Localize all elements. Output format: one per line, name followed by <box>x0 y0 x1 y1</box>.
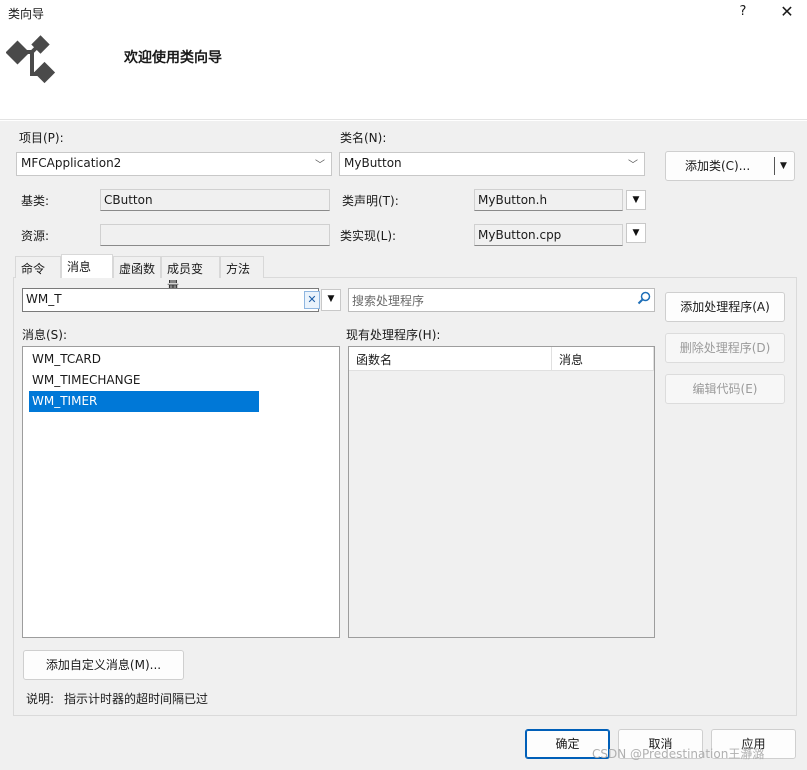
resource-label: 资源: <box>21 229 50 243</box>
classname-combo[interactable]: MyButton ﹀ <box>339 152 645 176</box>
title-bar: 类向导 ? ✕ <box>0 0 807 26</box>
delete-handler-button[interactable]: 删除处理程序(D) <box>665 333 785 363</box>
decl-dropdown-button[interactable]: ▼ <box>626 190 646 210</box>
decl-field: MyButton.h <box>474 189 623 211</box>
project-combo[interactable]: MFCApplication2 ﹀ <box>16 152 332 176</box>
close-button[interactable]: ✕ <box>772 1 802 25</box>
filter-dropdown-button[interactable]: ▼ <box>321 289 341 311</box>
search-placeholder: 搜索处理程序 <box>352 294 425 308</box>
tab-methods[interactable]: 方法 <box>220 256 264 278</box>
watermark-text: CSDN @Predestination王瀞潞 <box>592 747 765 761</box>
column-header-message[interactable]: 消息 <box>552 347 654 371</box>
impl-field: MyButton.cpp <box>474 224 623 246</box>
impl-dropdown-button[interactable]: ▼ <box>626 223 646 243</box>
class-wizard-icon <box>5 34 62 88</box>
add-custom-message-button[interactable]: 添加自定义消息(M)... <box>23 650 184 680</box>
base-value: CButton <box>104 193 153 207</box>
messages-label: 消息(S): <box>22 328 68 342</box>
description-text: 指示计时器的超时间隔已过 <box>64 692 209 706</box>
tab-commands[interactable]: 命令 <box>15 256 61 278</box>
help-button[interactable]: ? <box>730 1 756 25</box>
base-label: 基类: <box>21 194 50 208</box>
search-icon[interactable] <box>636 290 652 306</box>
column-header-function[interactable]: 函数名 <box>349 347 552 371</box>
list-item[interactable]: WM_TIMECHANGE <box>29 370 259 391</box>
project-label: 项目(P): <box>19 131 64 145</box>
tab-label: 消息 <box>67 260 92 274</box>
tab-label: 命令 <box>21 262 46 276</box>
window-title: 类向导 <box>8 7 45 21</box>
chevron-down-icon: ﹀ <box>628 160 638 171</box>
caret-down-icon[interactable]: ▼ <box>780 152 787 180</box>
tab-label: 方法 <box>226 262 251 276</box>
wizard-banner <box>0 26 807 120</box>
decl-label: 类声明(T): <box>342 194 399 208</box>
project-value: MFCApplication2 <box>21 156 122 170</box>
filter-value: WM_T <box>26 292 62 306</box>
clear-filter-icon[interactable]: ✕ <box>304 291 320 309</box>
add-handler-button[interactable]: 添加处理程序(A) <box>665 292 785 322</box>
classname-label: 类名(N): <box>340 131 387 145</box>
resource-field <box>100 224 330 246</box>
list-item-selected[interactable]: WM_TIMER <box>29 391 259 412</box>
chevron-down-icon: ﹀ <box>315 160 325 171</box>
tab-messages[interactable]: 消息 <box>61 254 113 278</box>
banner-heading: 欢迎使用类向导 <box>124 50 222 66</box>
search-handlers-input[interactable]: 搜索处理程序 <box>348 288 655 312</box>
decl-value: MyButton.h <box>478 193 548 207</box>
message-filter-input[interactable]: WM_T <box>22 288 319 312</box>
handlers-list[interactable]: 函数名 消息 <box>348 346 655 638</box>
messages-list[interactable]: WM_TCARD WM_TIMECHANGE WM_TIMER <box>22 346 340 638</box>
split-divider <box>774 157 775 175</box>
impl-label: 类实现(L): <box>340 229 397 243</box>
tab-label: 虚函数 <box>119 262 156 276</box>
list-item[interactable]: WM_TCARD <box>29 349 259 370</box>
add-class-label: 添加类(C)... <box>685 159 751 173</box>
add-class-button[interactable]: 添加类(C)... ▼ <box>665 151 795 181</box>
tab-member-variables[interactable]: 成员变量 <box>161 256 220 293</box>
edit-code-button[interactable]: 编辑代码(E) <box>665 374 785 404</box>
base-field: CButton <box>100 189 330 211</box>
description-label: 说明: <box>26 692 55 706</box>
handlers-label: 现有处理程序(H): <box>346 328 441 342</box>
classname-value: MyButton <box>344 156 402 170</box>
tab-virtual-functions[interactable]: 虚函数 <box>113 256 161 278</box>
impl-value: MyButton.cpp <box>478 228 562 242</box>
